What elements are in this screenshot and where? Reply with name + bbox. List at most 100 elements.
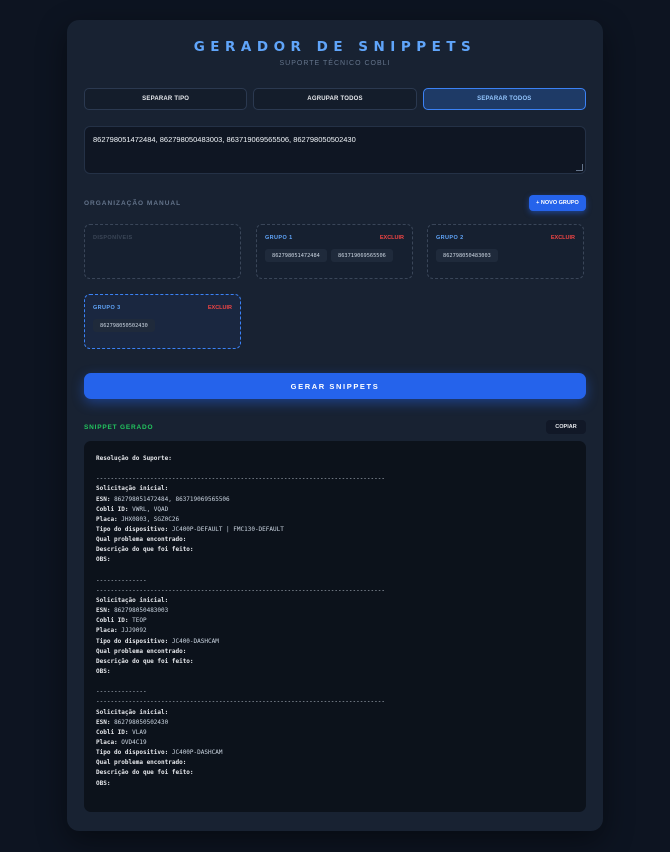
mode-separar-todos-button[interactable]: SEPARAR TODOS [422,88,586,110]
snippet-line: Placa: OVD4C19 [96,738,574,748]
mode-selector: SEPARAR TIPO AGRUPAR TODOS SEPARAR TODOS [84,88,586,110]
snippet-line: Tipo do dispositivo: JC400-DASHCAM [96,637,574,647]
snippet-line-value: VLA9 [128,728,147,736]
delete-group-button[interactable]: EXCLUIR [208,305,232,311]
snippet-line: ESN: 862798050483003 [96,606,574,616]
page-subtitle: SUPORTE TÉCNICO COBLI [279,60,391,67]
snippet-line: Descrição do que foi feito: [96,657,574,667]
snippet-line: Cobli ID: VWRL, VQAD [96,505,574,515]
copy-button[interactable]: COPIAR [546,420,586,434]
esn-chip[interactable]: 862798050502430 [93,319,155,332]
snippet-line-value: ----------------------------------------… [96,698,385,706]
delete-group-button[interactable]: EXCLUIR [380,235,404,241]
snippet-line-key: ESN: [96,607,111,615]
snippet-label: SNIPPET GERADO [84,424,154,431]
snippet-line-key: Placa: [96,515,118,523]
snippet-line-key: Tipo do dispositivo: [96,749,169,757]
snippet-line-value: JC400-DASHCAM [168,637,219,645]
snippet-line-key: Qual problema encontrado: [96,536,187,544]
group-card-2[interactable]: GRUPO 2 EXCLUIR 862798050483003 [427,224,584,279]
snippet-line: -------------- [96,687,574,697]
snippet-line [96,566,574,576]
snippet-line-value: OVD4C19 [117,738,147,746]
available-label: DISPONÍVEIS [93,235,133,241]
snippet-line-key: Cobli ID: [96,617,129,625]
snippet-output[interactable]: Resolução do Suporte: -------------------… [84,441,586,812]
snippet-line: Tipo do dispositivo: JC400P-DASHCAM [96,748,574,758]
esn-input-value: 862798051472484, 862798050483003, 863719… [93,135,356,144]
snippet-line-key: Descrição do que foi feito: [96,769,194,777]
snippet-line-value: JJJ9092 [117,627,147,635]
snippet-line-value: ----------------------------------------… [96,475,385,483]
new-group-button[interactable]: + NOVO GRUPO [529,195,586,211]
snippet-line-value: 862798050483003 [110,607,169,615]
snippet-line: ----------------------------------------… [96,474,574,484]
snippet-line: Cobli ID: VLA9 [96,728,574,738]
snippet-line-value: VWRL, VQAD [128,505,169,513]
snippet-line-key: Cobli ID: [96,505,129,513]
delete-group-button[interactable]: EXCLUIR [551,235,575,241]
snippet-line: ----------------------------------------… [96,697,574,707]
snippet-line-value: 862798050502430 [110,718,169,726]
esn-input[interactable]: 862798051472484, 862798050483003, 863719… [84,126,586,174]
snippet-line-value: ----------------------------------------… [96,586,385,594]
snippet-line: ESN: 862798050502430 [96,718,574,728]
snippet-line-key: Resolução do Suporte: [96,455,172,462]
snippet-line-value: 862798051472484, 863719069565506 [110,495,230,503]
snippet-line: ESN: 862798051472484, 863719069565506 [96,495,574,505]
snippet-line [96,464,574,474]
manual-section-label: ORGANIZAÇÃO MANUAL [84,200,182,207]
resize-handle-icon[interactable] [576,164,583,171]
snippet-line: Resolução do Suporte: [96,454,574,464]
snippet-line-value: -------------- [96,576,147,584]
snippet-line-key: ESN: [96,718,111,726]
snippet-line: Descrição do que foi feito: [96,768,574,778]
snippet-line-key: Qual problema encontrado: [96,647,187,655]
snippet-line-key: OBS: [96,667,111,675]
snippet-line-key: Solicitação inicial: [96,708,169,716]
group-title: GRUPO 3 [93,305,121,311]
snippet-line-key: Placa: [96,627,118,635]
mode-separar-tipo-button[interactable]: SEPARAR TIPO [84,88,248,110]
snippet-line: -------------- [96,576,574,586]
snippet-line: Solicitação inicial: [96,596,574,606]
available-dropzone[interactable]: DISPONÍVEIS [84,224,241,279]
snippet-line-key: Solicitação inicial: [96,596,169,604]
group-card-1[interactable]: GRUPO 1 EXCLUIR 862798051472484 86371906… [256,224,413,279]
esn-chip[interactable]: 862798051472484 [265,249,327,262]
snippet-line-key: Cobli ID: [96,728,129,736]
snippet-line: OBS: [96,779,574,789]
snippet-line: Qual problema encontrado: [96,535,574,545]
snippet-header: SNIPPET GERADO COPIAR [84,420,586,435]
group-title: GRUPO 2 [436,235,464,241]
snippet-line-value: TEOP [128,617,147,625]
esn-chip[interactable]: 863719069565506 [331,249,393,262]
snippet-line-key: Placa: [96,738,118,746]
snippet-line [96,677,574,687]
mode-agrupar-todos-button[interactable]: AGRUPAR TODOS [253,88,417,110]
snippet-line-key: Tipo do dispositivo: [96,525,169,533]
snippet-line: Cobli ID: TEOP [96,616,574,626]
esn-chip[interactable]: 862798050483003 [436,249,498,262]
snippet-line: OBS: [96,667,574,677]
snippet-line-value: JC400P-DEFAULT | FMC130-DEFAULT [168,525,284,533]
snippet-line-key: OBS: [96,779,111,787]
group-title: GRUPO 1 [265,235,293,241]
group-card-3[interactable]: GRUPO 3 EXCLUIR 862798050502430 [84,294,241,349]
snippet-line: Placa: JHX0803, SGZ0C26 [96,515,574,525]
snippet-line-key: Descrição do que foi feito: [96,546,194,554]
snippet-line-value: JHX0803, SGZ0C26 [117,515,180,523]
snippet-line-key: Qual problema encontrado: [96,759,187,767]
snippet-line: OBS: [96,555,574,565]
snippet-generator-card: GERADOR DE SNIPPETS SUPORTE TÉCNICO COBL… [67,20,603,831]
snippet-line-key: Descrição do que foi feito: [96,657,194,665]
snippet-line-key: OBS: [96,556,111,564]
page-title: GERADOR DE SNIPPETS [193,39,477,55]
snippet-line: Qual problema encontrado: [96,758,574,768]
snippet-line-key: ESN: [96,495,111,503]
snippet-line-value: JC400P-DASHCAM [168,749,223,757]
generate-snippets-button[interactable]: GERAR SNIPPETS [84,373,586,399]
snippet-line: Descrição do que foi feito: [96,545,574,555]
snippet-line: Solicitação inicial: [96,708,574,718]
snippet-line: Tipo do dispositivo: JC400P-DEFAULT | FM… [96,525,574,535]
